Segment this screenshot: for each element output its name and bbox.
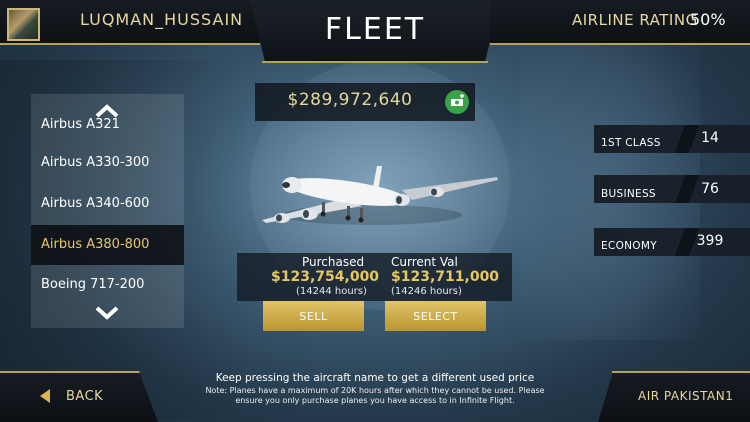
balance-amount: $289,972,640 [287, 90, 413, 110]
hours-note: Note: Planes have a maximum of 20K hours… [205, 386, 545, 405]
title-divider [262, 61, 488, 63]
seat-label-business: BUSINESS [601, 188, 656, 200]
purchased-hours: (14244 hours) [296, 286, 367, 297]
purchased-label: Purchased [302, 255, 365, 269]
purchased-value: $123,754,000 [271, 269, 380, 285]
select-button[interactable]: SELECT [385, 301, 486, 331]
sell-button[interactable]: SELL [263, 301, 364, 331]
list-item-airbus-a340-600[interactable]: Airbus A340-600 [31, 184, 184, 224]
airline-name: AIR PAKISTAN1 [638, 389, 734, 403]
seat-value-business: 76 [701, 181, 719, 197]
list-item-airbus-a330-300[interactable]: Airbus A330-300 [31, 143, 184, 183]
back-label[interactable]: BACK [66, 389, 103, 404]
avatar[interactable] [7, 8, 40, 41]
list-item-airbus-a321[interactable]: Airbus A321 [31, 118, 184, 132]
seat-value-first-class: 14 [701, 130, 719, 146]
page-title: FLEET [324, 12, 426, 47]
price-hint: Keep pressing the aircraft name to get a… [215, 372, 535, 384]
airline-rating-label: AIRLINE RATING [572, 11, 698, 29]
airline-rating-value: 50% [690, 10, 726, 29]
arrow-left-icon[interactable] [40, 389, 50, 403]
list-item-airbus-a380-800[interactable]: Airbus A380-800 [31, 225, 184, 265]
chevron-down-icon[interactable] [95, 306, 119, 320]
seat-label-economy: ECONOMY [601, 240, 657, 252]
username: LUQMAN_HUSSAIN [80, 10, 244, 29]
aircraft-image [262, 166, 498, 225]
seat-value-economy: 399 [696, 233, 724, 249]
money-add-icon[interactable] [445, 90, 469, 114]
list-item-boeing-717-200[interactable]: Boeing 717-200 [31, 265, 184, 305]
current-value: $123,711,000 [391, 269, 500, 285]
airline-divider [612, 371, 750, 373]
chevron-up-icon[interactable] [95, 104, 119, 118]
current-value-label: Current Val [391, 255, 458, 269]
current-hours: (14246 hours) [391, 286, 462, 297]
seat-label-first-class: 1ST CLASS [601, 137, 661, 149]
